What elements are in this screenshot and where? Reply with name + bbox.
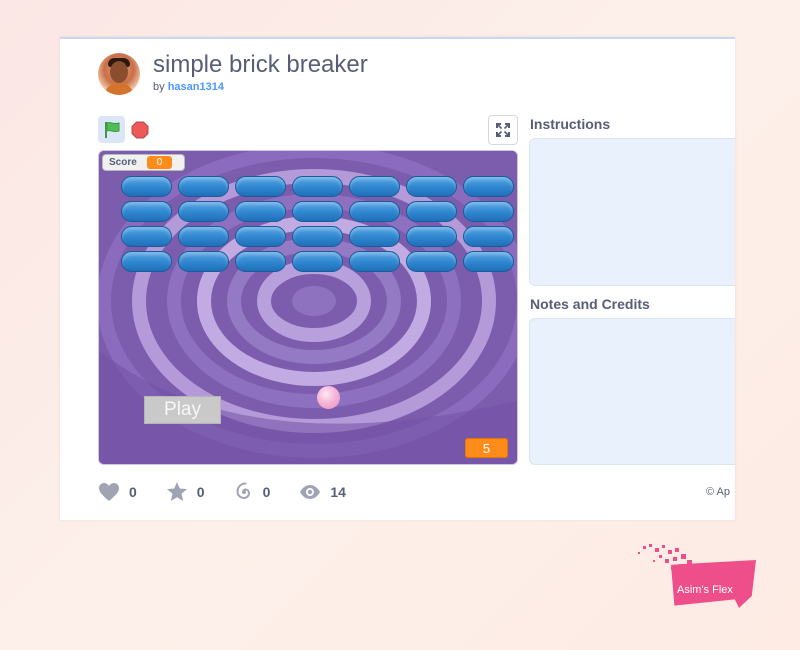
lives-counter: 5 [465, 438, 508, 458]
avatar-face [110, 61, 128, 83]
copyright-notice: © Ap [706, 486, 731, 498]
notes-panel [529, 318, 735, 465]
views-count: 14 [330, 483, 346, 500]
instructions-panel [529, 138, 735, 286]
brick [349, 176, 400, 197]
ball [317, 386, 340, 409]
remix-stat[interactable]: 0 [234, 482, 271, 502]
project-title: simple brick breaker [153, 51, 368, 78]
score-monitor: Score 0 [102, 154, 185, 171]
project-byline: by hasan1314 [153, 81, 224, 93]
favorite-stat[interactable]: 0 [166, 481, 205, 502]
brick [235, 201, 286, 222]
brick [292, 226, 343, 247]
brick [178, 251, 229, 272]
brick-grid [121, 176, 514, 272]
brick [349, 201, 400, 222]
notes-heading: Notes and Credits [530, 296, 650, 312]
instructions-heading: Instructions [530, 116, 611, 132]
fullscreen-icon [496, 123, 510, 137]
brick [235, 251, 286, 272]
star-icon [166, 482, 187, 501]
brick [235, 176, 286, 197]
score-value: 0 [146, 156, 173, 169]
brick [292, 176, 343, 197]
brick [406, 201, 457, 222]
brick [121, 226, 172, 247]
eye-icon [300, 484, 321, 499]
stop-icon[interactable] [131, 121, 149, 139]
brick [463, 251, 514, 272]
author-link[interactable]: hasan1314 [168, 81, 224, 93]
favorite-count: 0 [196, 483, 205, 500]
byline-prefix: by [153, 81, 165, 93]
brick [406, 251, 457, 272]
love-count: 0 [129, 483, 137, 500]
project-stats: 0 0 0 14 [98, 481, 375, 502]
remix-icon [236, 482, 250, 499]
brick [178, 176, 229, 197]
author-avatar[interactable] [98, 53, 140, 95]
fullscreen-button[interactable] [488, 115, 518, 145]
brick [349, 251, 400, 272]
heart-icon [99, 482, 119, 501]
brick [121, 251, 172, 272]
brick [121, 201, 172, 222]
brick [178, 226, 229, 247]
brick [406, 176, 457, 197]
love-stat[interactable]: 0 [98, 482, 137, 502]
brick [178, 201, 229, 222]
brick [463, 201, 514, 222]
green-flag-icon [104, 121, 119, 138]
watermark-logo: Asim's Flex [633, 540, 761, 630]
views-stat: 14 [299, 484, 346, 500]
brick [235, 226, 286, 247]
project-card: simple brick breaker by hasan1314 Score … [60, 37, 735, 520]
brick [121, 176, 172, 197]
score-label: Score [109, 157, 137, 168]
brick [463, 226, 514, 247]
watermark-text: Asim's Flex [677, 584, 733, 596]
game-stage[interactable]: Score 0 Play 5 [98, 150, 518, 465]
play-button[interactable]: Play [144, 396, 221, 424]
green-flag-button[interactable] [98, 116, 125, 143]
brick [292, 251, 343, 272]
brick [406, 226, 457, 247]
brick [292, 201, 343, 222]
avatar-shirt [104, 83, 134, 95]
brick [349, 226, 400, 247]
remix-count: 0 [262, 483, 271, 500]
brick [463, 176, 514, 197]
